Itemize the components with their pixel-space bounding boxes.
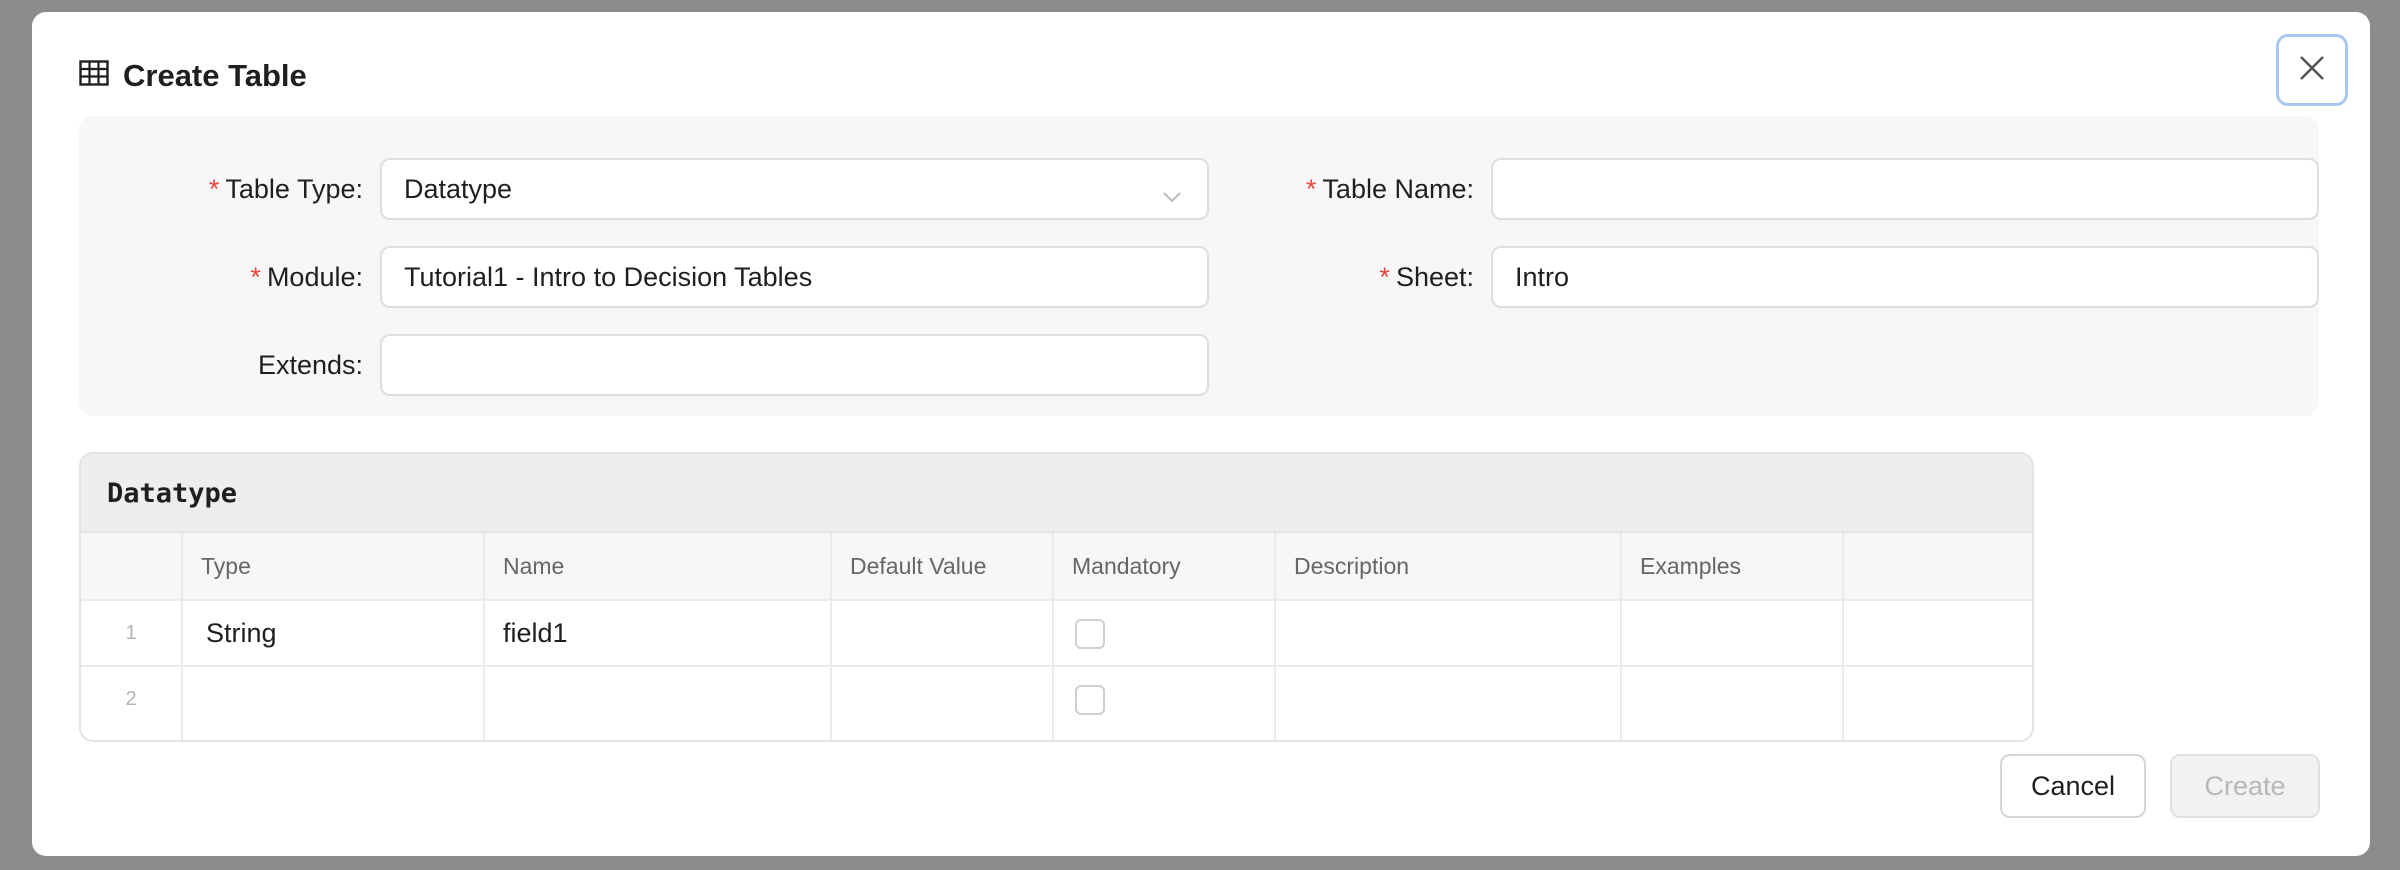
default-value-cell[interactable] — [830, 667, 1052, 731]
table-type-select[interactable]: Datatype — [380, 158, 1209, 220]
create-button[interactable]: Create — [2170, 754, 2320, 818]
sheet-input[interactable]: Intro — [1491, 246, 2319, 308]
dialog-title: Create Table — [123, 58, 307, 93]
column-header-mandatory: Mandatory — [1072, 553, 1181, 579]
examples-cell[interactable] — [1620, 667, 1842, 731]
mandatory-checkbox[interactable] — [1075, 685, 1105, 715]
dialog-header: Create Table — [79, 58, 307, 94]
column-divider — [1274, 533, 1276, 740]
table-name-input[interactable] — [1491, 158, 2319, 220]
table-row: 1 String field1 — [81, 599, 2032, 665]
description-cell[interactable] — [1274, 667, 1620, 731]
table-column-headers: Type Name Default Value Mandatory Descri… — [81, 533, 2032, 599]
table-type-label: * Table Type: — [208, 174, 363, 204]
create-table-dialog: Create Table * Table Type: Datatype * Tabl… — [32, 12, 2370, 856]
datatype-table-title: Datatype — [81, 454, 2032, 533]
extends-input[interactable] — [380, 334, 1209, 396]
table-icon — [79, 58, 109, 94]
table-type-value: Datatype — [404, 174, 513, 204]
cancel-button[interactable]: Cancel — [2000, 754, 2146, 818]
table-form: * Table Type: Datatype * Table Name: * Modu… — [79, 116, 2319, 416]
examples-cell[interactable] — [1620, 601, 1842, 665]
chevron-down-icon — [1161, 174, 1183, 232]
column-divider — [1620, 533, 1622, 740]
sheet-label: * Sheet: — [1379, 262, 1474, 292]
column-header-examples: Examples — [1640, 553, 1741, 579]
column-divider — [1842, 533, 1844, 740]
table-name-label: * Table Name: — [1305, 174, 1474, 204]
mandatory-checkbox[interactable] — [1075, 619, 1105, 649]
column-header-name: Name — [503, 553, 565, 579]
column-header-description: Description — [1294, 553, 1410, 579]
extends-label: Extends: — [257, 350, 363, 380]
row-number: 2 — [125, 688, 137, 710]
module-label: * Module: — [250, 262, 363, 292]
datatype-table: Datatype Type Name Default Value Mandato… — [79, 452, 2034, 742]
close-icon — [2297, 53, 2327, 88]
type-cell[interactable] — [186, 667, 483, 731]
default-value-cell[interactable] — [830, 601, 1052, 665]
name-cell[interactable] — [483, 667, 830, 731]
column-divider — [181, 533, 183, 740]
column-divider — [483, 533, 485, 740]
row-number: 1 — [125, 622, 137, 644]
module-input[interactable]: Tutorial1 - Intro to Decision Tables — [380, 246, 1209, 308]
table-row: 2 — [81, 665, 2032, 731]
column-divider — [1052, 533, 1054, 740]
column-header-type: Type — [201, 553, 251, 579]
column-header-default-value: Default Value — [850, 553, 987, 579]
description-cell[interactable] — [1274, 601, 1620, 665]
name-cell[interactable]: field1 — [483, 601, 830, 665]
type-cell[interactable]: String — [186, 601, 483, 665]
column-divider — [830, 533, 832, 740]
close-button[interactable] — [2276, 34, 2348, 106]
